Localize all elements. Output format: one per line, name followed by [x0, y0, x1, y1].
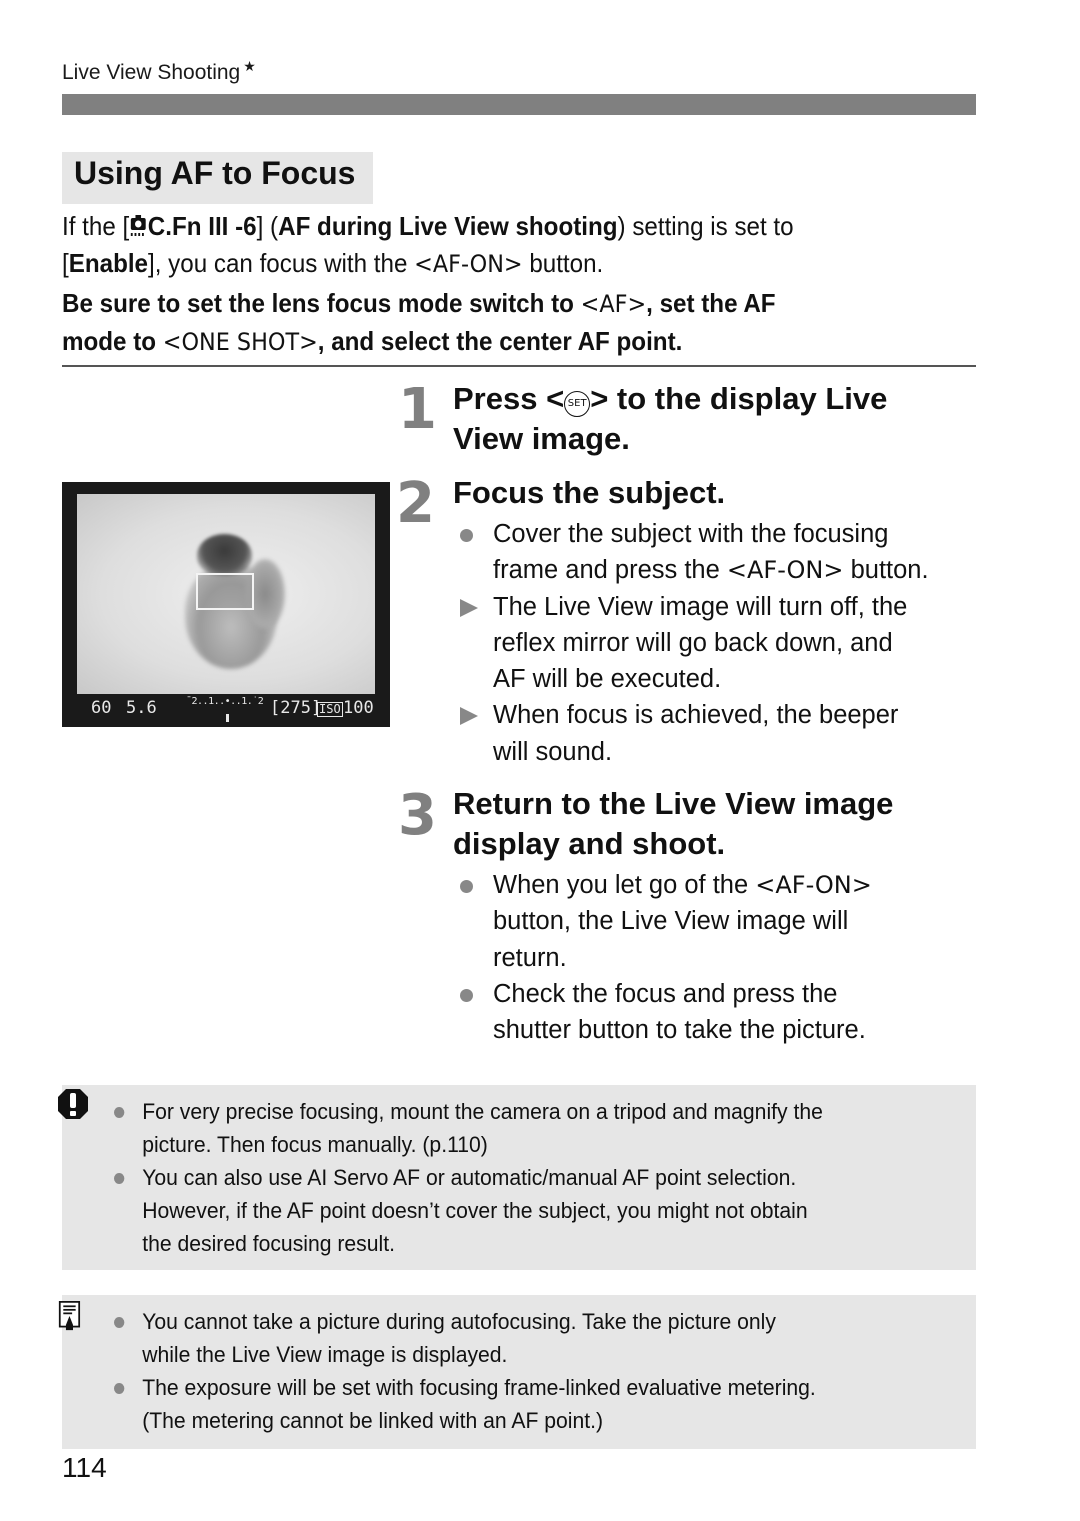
bullet-text: button.	[843, 556, 929, 585]
bullet-text: frame and press the	[493, 556, 727, 585]
list-item: When you let go of the <AF-ON> button, t…	[458, 867, 978, 976]
running-header-text: Live View Shooting	[62, 61, 241, 84]
bullet-text: shutter button to take the picture.	[493, 1016, 866, 1045]
list-item: The Live View image will turn off, the r…	[458, 589, 978, 698]
page-number: 114	[62, 1452, 107, 1483]
af-on-key: <AF-ON>	[726, 556, 844, 585]
bullet-dot-icon	[114, 1383, 125, 1394]
bullet-text: reflex mirror will go back down, and	[493, 628, 893, 657]
result-arrow-icon	[460, 707, 478, 726]
step-title: Press < SET > to the display Live View ima…	[453, 379, 983, 459]
bullet-text: button, the Live View image will	[493, 907, 849, 936]
intro-text: ] (	[256, 211, 279, 241]
bullet-dot-icon	[460, 529, 473, 542]
list-item: You cannot take a picture during autofoc…	[114, 1305, 913, 1371]
advanced-star-icon: ★	[243, 58, 256, 74]
caution-box: For very precise focusing, mount the cam…	[58, 1085, 976, 1270]
focusing-frame	[196, 573, 254, 610]
step-title-text: Return to the Live View image	[453, 786, 894, 821]
shots-remaining: [275]	[270, 698, 322, 718]
caution-list: For very precise focusing, mount the cam…	[114, 1095, 913, 1260]
list-item: You can also use AI Servo AF or automati…	[114, 1161, 913, 1260]
camera-menu-icon	[131, 215, 146, 236]
step-number: 2	[396, 471, 435, 536]
step-number: 3	[398, 783, 437, 848]
bullet-text: For very precise focusing, mount the cam…	[142, 1099, 823, 1124]
step-title-text: View image.	[453, 421, 630, 456]
step-title-text: display and shoot.	[453, 826, 726, 861]
list-item: When focus is achieved, the beeper will …	[458, 697, 978, 770]
caution-icon	[58, 1089, 88, 1119]
live-view-photo	[77, 494, 375, 694]
note-text: Be sure to set the lens focus mode switc…	[62, 288, 581, 318]
bullet-dot-icon	[460, 880, 473, 893]
bullet-text: When focus is achieved, the beeper	[493, 701, 899, 730]
step-2-bullets: Cover the subject with the focusing fram…	[458, 516, 978, 770]
memo-list: You cannot take a picture during autofoc…	[114, 1305, 913, 1437]
list-item: The exposure will be set with focusing f…	[114, 1371, 913, 1437]
bullet-text: (The metering cannot be linked with an A…	[142, 1408, 604, 1433]
cfn-reference: C.Fn III -6	[147, 211, 257, 241]
step-title: Return to the Live View image display an…	[453, 784, 983, 864]
step-title: Focus the subject.	[453, 475, 726, 510]
one-shot-key: <ONE SHOT>	[162, 328, 318, 356]
bullet-text: Check the focus and press the	[493, 979, 838, 1008]
subject-head	[197, 534, 252, 576]
step-title-text: > to the display Live	[590, 381, 888, 416]
bullet-dot-icon	[114, 1107, 125, 1118]
af-switch-key: <AF>	[580, 290, 647, 318]
bullet-dot-icon	[114, 1173, 125, 1184]
intro-text: ], you can focus with the	[148, 248, 415, 278]
prerequisite-note: Be sure to set the lens focus mode switc…	[62, 285, 927, 361]
exposure-level-scale: ¯2..1..•..1.˙2	[186, 696, 264, 707]
bullet-text: When you let go of the	[493, 871, 756, 899]
bullet-text: The exposure will be set with focusing f…	[142, 1375, 816, 1400]
result-arrow-icon	[460, 598, 478, 617]
set-button-icon: SET	[564, 391, 591, 417]
bullet-dot-icon	[114, 1317, 125, 1328]
bullet-text: return.	[493, 943, 567, 972]
step-title-text: Press <	[453, 381, 565, 416]
intro-text: ) setting is set to	[617, 211, 794, 241]
step-3-bullets: When you let go of the <AF-ON> button, t…	[458, 867, 978, 1048]
bullet-text: will sound.	[493, 737, 613, 766]
intro-text: button.	[522, 248, 604, 278]
bullet-text: You can also use AI Servo AF or automati…	[142, 1165, 797, 1190]
bullet-text: However, if the AF point doesn’t cover t…	[142, 1198, 808, 1223]
iso-value: 100	[343, 698, 374, 718]
intro-paragraph: If the [ C.Fn III -6] (AF during Live Vie…	[62, 208, 918, 283]
setting-value: Enable	[68, 248, 149, 278]
bullet-text: while the Live View image is displayed.	[142, 1342, 508, 1367]
live-view-screen-image: 60 5.6 ¯2..1..•..1.˙2 [275] ISO 100	[62, 482, 390, 727]
af-on-key: <AF-ON>	[755, 871, 872, 899]
section-title: Using AF to Focus	[62, 152, 373, 204]
bullet-text: the desired focusing result.	[142, 1231, 395, 1256]
bullet-text: You cannot take a picture during autofoc…	[142, 1309, 776, 1334]
af-on-key: <AF-ON>	[414, 250, 523, 278]
aperture: 5.6	[126, 698, 157, 718]
intro-text: If the [	[62, 211, 130, 241]
memo-box: You cannot take a picture during autofoc…	[58, 1295, 976, 1449]
exposure-level-indicator	[226, 714, 229, 722]
setting-name: AF during Live View shooting	[278, 211, 618, 241]
list-item: For very precise focusing, mount the cam…	[114, 1095, 913, 1161]
list-item: Cover the subject with the focusing fram…	[458, 516, 978, 589]
memo-icon	[58, 1301, 81, 1331]
bullet-text: Cover the subject with the focusing	[493, 520, 889, 548]
bullet-text: The Live View image will turn off, the	[493, 592, 908, 621]
list-item: Check the focus and press the shutter bu…	[458, 976, 978, 1049]
note-text: , and select the center AF point.	[317, 326, 683, 356]
divider	[62, 365, 976, 367]
shutter-speed: 60	[91, 698, 112, 718]
shooting-info-bar: 60 5.6 ¯2..1..•..1.˙2 [275] ISO 100	[62, 696, 390, 724]
step-number: 1	[398, 377, 437, 442]
note-text: mode to	[62, 326, 163, 356]
header-bar	[62, 94, 976, 115]
iso-icon: ISO	[317, 702, 343, 717]
bullet-text: AF will be executed.	[493, 665, 722, 694]
bullet-text: picture. Then focus manually. (p.110)	[142, 1132, 488, 1157]
note-text: , set the AF	[646, 288, 776, 318]
running-header: Live View Shooting ★	[62, 58, 256, 85]
bullet-dot-icon	[460, 988, 473, 1002]
